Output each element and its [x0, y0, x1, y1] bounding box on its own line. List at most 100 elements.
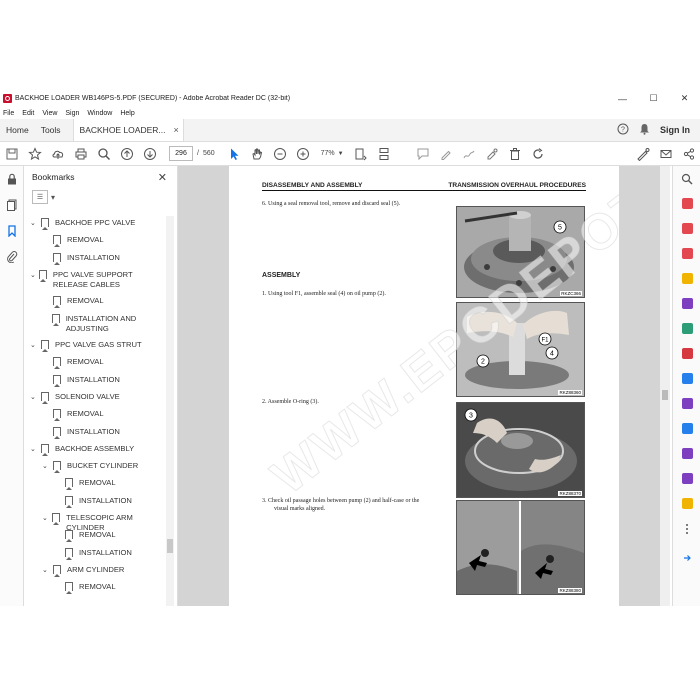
tab-document[interactable]: BACKHOE LOADER... ×: [72, 119, 184, 141]
edit-pdf-icon[interactable]: [673, 241, 700, 266]
chevron-down-icon[interactable]: ⌄: [42, 566, 50, 576]
menu-file[interactable]: File: [3, 110, 14, 117]
bookmark-item[interactable]: INSTALLATION AND ADJUSTING: [42, 314, 162, 333]
bookmark-item[interactable]: ⌄ BACKHOE PPC VALVE: [30, 218, 162, 233]
chevron-down-icon[interactable]: ⌄: [30, 219, 38, 229]
send-for-comments-icon[interactable]: [673, 491, 700, 516]
fill-and-sign-icon[interactable]: [673, 391, 700, 416]
more-tools-icon[interactable]: [673, 516, 700, 541]
highlight-pen-icon[interactable]: [438, 146, 454, 162]
email-icon[interactable]: [658, 146, 674, 162]
tab-tools[interactable]: Tools: [35, 119, 67, 141]
combine-files-icon[interactable]: [673, 291, 700, 316]
bookmark-item[interactable]: INSTALLATION: [42, 375, 162, 390]
hand-tool-icon[interactable]: [249, 146, 265, 162]
bookmark-item[interactable]: INSTALLATION: [54, 548, 162, 563]
maximize-button[interactable]: ☐: [638, 90, 669, 107]
chevron-down-icon[interactable]: ⌄: [42, 514, 49, 524]
bookmarks-panel-icon[interactable]: [0, 218, 23, 244]
comment-tool-icon[interactable]: [673, 266, 700, 291]
document-view[interactable]: DISASSEMBLY AND ASSEMBLY TRANSMISSION OV…: [188, 166, 660, 606]
bookmark-item[interactable]: INSTALLATION: [54, 496, 162, 511]
close-panel-icon[interactable]: ✕: [158, 171, 167, 184]
bookmark-item[interactable]: ⌄ BUCKET CYLINDER: [42, 461, 162, 476]
select-cursor-icon[interactable]: [226, 146, 242, 162]
sign-in-button[interactable]: Sign In: [660, 125, 690, 135]
bookmarks-scrollbar[interactable]: [166, 216, 174, 606]
create-pdf-icon[interactable]: [673, 216, 700, 241]
chevron-down-icon[interactable]: ⌄: [30, 393, 38, 403]
close-window-button[interactable]: ✕: [669, 90, 700, 107]
chevron-down-icon[interactable]: ⌄: [30, 445, 38, 455]
organize-pages-icon[interactable]: [673, 316, 700, 341]
document-scrollbar-thumb[interactable]: [662, 390, 668, 400]
bookmark-item[interactable]: REMOVAL: [42, 409, 162, 424]
lock-icon[interactable]: [0, 166, 23, 192]
bookmark-icon: [53, 461, 61, 473]
bookmark-star-icon[interactable]: [27, 146, 43, 162]
upload-cloud-icon[interactable]: [50, 146, 66, 162]
bookmark-item[interactable]: REMOVAL: [54, 530, 162, 545]
zoom-in-icon[interactable]: [295, 146, 311, 162]
page-number-input[interactable]: 296: [169, 146, 193, 161]
find-text-icon[interactable]: [96, 146, 112, 162]
tab-close-button[interactable]: ×: [174, 125, 179, 135]
bookmark-item[interactable]: ⌄ PPC VALVE SUPPORT RELEASE CABLES: [30, 270, 162, 289]
redact-icon[interactable]: [673, 341, 700, 366]
protect-icon[interactable]: [673, 416, 700, 441]
acrobat-app-icon: [3, 94, 12, 103]
document-scrollbar[interactable]: [660, 166, 670, 606]
export-pdf-icon[interactable]: [673, 191, 700, 216]
options-chevron-down-icon[interactable]: ▾: [51, 193, 55, 202]
zoom-select[interactable]: 77% ▼: [321, 150, 344, 157]
comment-icon[interactable]: [415, 146, 431, 162]
draw-freehand-icon[interactable]: [461, 146, 477, 162]
minimize-button[interactable]: —: [607, 90, 638, 107]
tab-home[interactable]: Home: [0, 119, 35, 141]
help-icon[interactable]: ?: [617, 123, 629, 138]
pen-sign-icon[interactable]: [635, 146, 651, 162]
bookmark-item[interactable]: REMOVAL: [54, 478, 162, 493]
scrolling-mode-icon[interactable]: [376, 146, 392, 162]
save-icon[interactable]: [4, 146, 20, 162]
print-icon[interactable]: [73, 146, 89, 162]
fill-sign-icon[interactable]: [484, 146, 500, 162]
bookmark-item[interactable]: REMOVAL: [42, 296, 162, 311]
page-fit-icon[interactable]: [353, 146, 369, 162]
delete-trash-icon[interactable]: [507, 146, 523, 162]
scrollbar-thumb[interactable]: [167, 539, 173, 553]
zoom-out-icon[interactable]: [272, 146, 288, 162]
bookmark-item[interactable]: ⌄ TELESCOPIC ARM CYLINDER: [42, 513, 162, 532]
scan-ocr-icon[interactable]: [673, 366, 700, 391]
menu-window[interactable]: Window: [87, 110, 112, 117]
menu-help[interactable]: Help: [120, 110, 134, 117]
next-page-icon[interactable]: [142, 146, 158, 162]
previous-page-icon[interactable]: [119, 146, 135, 162]
bookmark-item[interactable]: ⌄ SOLENOID VALVE: [30, 392, 162, 407]
menu-sign[interactable]: Sign: [65, 110, 79, 117]
menu-view[interactable]: View: [42, 110, 57, 117]
bookmark-item[interactable]: ⌄ PPC VALVE GAS STRUT: [30, 340, 162, 355]
bookmark-item[interactable]: REMOVAL: [54, 582, 162, 597]
prepare-form-icon[interactable]: [673, 441, 700, 466]
notifications-bell-icon[interactable]: [639, 123, 650, 138]
menu-edit[interactable]: Edit: [22, 110, 34, 117]
bookmark-item[interactable]: ⌄ BACKHOE ASSEMBLY: [30, 444, 162, 459]
attachments-paperclip-icon[interactable]: [0, 244, 23, 270]
chevron-down-icon[interactable]: ⌄: [30, 341, 38, 351]
rotate-icon[interactable]: [530, 146, 546, 162]
bookmark-label: INSTALLATION: [79, 496, 132, 505]
bookmark-item[interactable]: ⌄ ARM CYLINDER: [42, 565, 162, 580]
request-signature-icon[interactable]: [673, 466, 700, 491]
chevron-down-icon[interactable]: ⌄: [30, 271, 36, 281]
share-icon[interactable]: [681, 146, 697, 162]
chevron-down-icon[interactable]: ⌄: [42, 462, 50, 472]
search-tool-icon[interactable]: [673, 166, 700, 191]
collapse-pane-icon[interactable]: [673, 545, 700, 570]
bookmark-options-icon[interactable]: ☰: [32, 190, 48, 204]
page-thumbnails-icon[interactable]: [0, 192, 23, 218]
bookmark-item[interactable]: REMOVAL: [42, 235, 162, 250]
bookmark-item[interactable]: INSTALLATION: [42, 253, 162, 268]
bookmark-item[interactable]: INSTALLATION: [42, 427, 162, 442]
bookmark-item[interactable]: REMOVAL: [42, 357, 162, 372]
